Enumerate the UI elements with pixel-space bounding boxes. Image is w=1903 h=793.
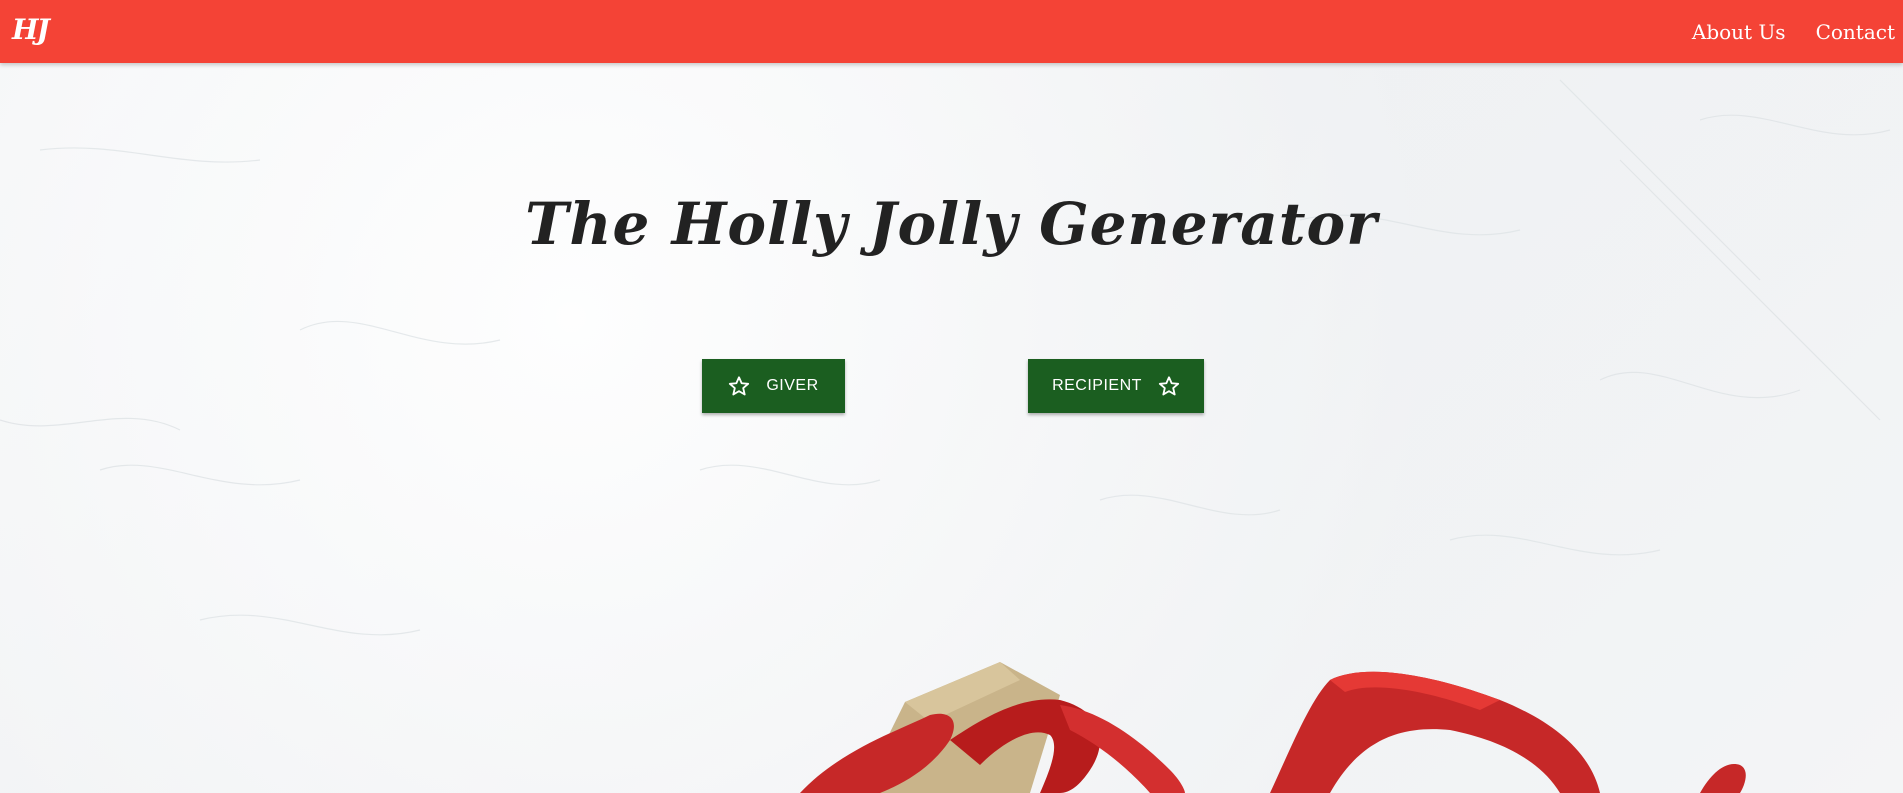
gift-ribbon-illustration: [800, 662, 1746, 793]
gift-box-image: [0, 640, 1903, 793]
nav-link-about-us[interactable]: About Us: [1692, 20, 1786, 44]
star-outline-icon: [728, 375, 750, 397]
star-outline-icon: [1158, 375, 1180, 397]
recipient-button-label: RECIPIENT: [1052, 377, 1142, 394]
page-title: The Holly Jolly Generator: [525, 190, 1378, 258]
giver-button[interactable]: GIVER: [702, 359, 845, 413]
nav-link-contact[interactable]: Contact: [1816, 20, 1895, 44]
logo-link[interactable]: HJ: [12, 12, 50, 48]
giver-button-label: GIVER: [766, 377, 819, 394]
nav-links: About Us Contact: [1662, 0, 1895, 63]
top-navbar: HJ About Us Contact: [0, 0, 1903, 63]
recipient-button[interactable]: RECIPIENT: [1028, 359, 1204, 413]
